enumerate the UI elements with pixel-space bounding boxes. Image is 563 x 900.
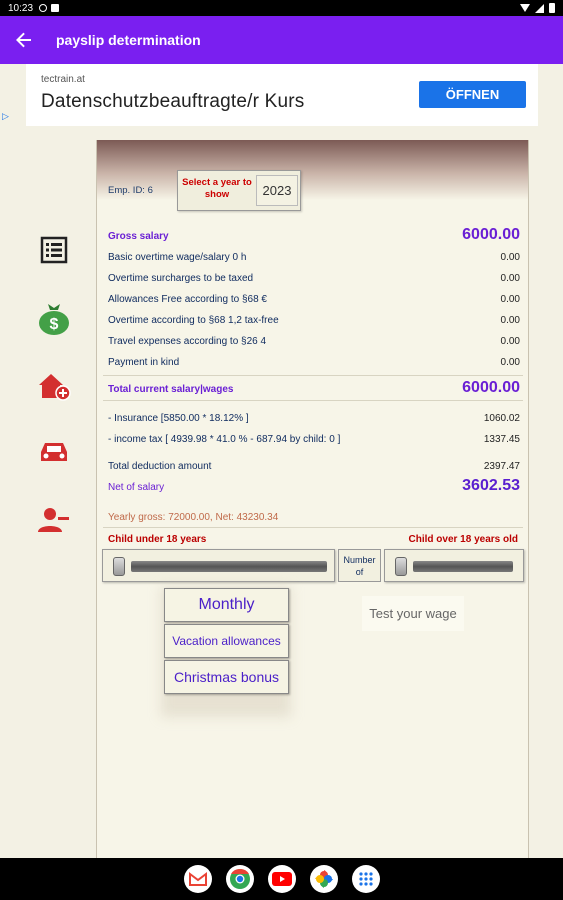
row-value: 3602.53 xyxy=(462,477,520,494)
ad-info-icon[interactable]: ▷ xyxy=(2,111,9,122)
signal-icon xyxy=(535,3,544,13)
person-remove-icon[interactable] xyxy=(36,502,72,538)
row-label: Total deduction amount xyxy=(108,461,212,472)
status-time: 10:23 xyxy=(8,2,34,14)
slider-track xyxy=(131,561,327,572)
list-icon[interactable] xyxy=(36,232,72,268)
row-label: Travel expenses according to §26 4 xyxy=(108,336,267,347)
app-drawer-icon[interactable] xyxy=(351,865,380,893)
panel-header-gradient xyxy=(97,140,528,200)
row-value: 0.00 xyxy=(500,315,520,326)
year-selector[interactable]: Select a year to show 2023 xyxy=(177,170,301,211)
row-label: Gross salary xyxy=(108,231,169,242)
row-label: Payment in kind xyxy=(108,357,180,368)
employee-id: Emp. ID: 6 xyxy=(108,185,153,196)
row-label: Allowances Free according to §68 € xyxy=(108,294,267,305)
youtube-icon[interactable] xyxy=(267,865,296,893)
arrow-back-icon xyxy=(16,32,31,48)
gmail-icon[interactable] xyxy=(183,865,212,893)
house-add-icon[interactable] xyxy=(36,368,72,404)
battery-icon xyxy=(549,3,555,13)
wifi-icon xyxy=(520,4,530,12)
chrome-icon[interactable] xyxy=(225,865,254,893)
status-bar: 10:23 xyxy=(0,0,563,16)
year-value-field[interactable]: 2023 xyxy=(256,175,298,206)
child-under-18-slider[interactable] xyxy=(102,549,335,582)
row-label: Overtime surcharges to be taxed xyxy=(108,273,254,284)
row-value: 0.00 xyxy=(500,294,520,305)
row-value: 1060.02 xyxy=(483,413,520,424)
row-value: 0.00 xyxy=(500,252,520,263)
christmas-bonus-button[interactable]: Christmas bonus xyxy=(164,660,289,694)
row-label: Overtime according to §68 1,2 tax-free xyxy=(108,315,279,326)
row-label: - Insurance [5850.00 * 18.12% ] xyxy=(108,413,249,424)
row-value: 1337.45 xyxy=(483,434,520,445)
yearly-summary: Yearly gross: 72000.00, Net: 43230.34 xyxy=(108,512,279,523)
row-value: 6000.00 xyxy=(462,379,520,396)
row-label: - income tax [ 4939.98 * 41.0 % - 687.94… xyxy=(108,434,341,445)
test-wage-button[interactable]: Test your wage xyxy=(362,596,464,631)
divider xyxy=(103,400,523,401)
car-icon[interactable] xyxy=(36,434,72,470)
row-label: Basic overtime wage/salary 0 h xyxy=(108,252,247,263)
app-bar: payslip determination xyxy=(0,16,563,64)
slider-track xyxy=(413,561,513,572)
nav-bar xyxy=(0,858,563,900)
row-value: 2397.47 xyxy=(483,461,520,472)
row-value: 0.00 xyxy=(500,336,520,347)
monthly-button[interactable]: Monthly xyxy=(164,588,289,622)
ad-source: tectrain.at xyxy=(41,74,85,85)
sim-icon xyxy=(51,4,60,12)
photos-icon[interactable] xyxy=(309,865,338,893)
ad-title[interactable]: Datenschutzbeauftragte/r Kurs xyxy=(41,91,305,113)
money-bag-icon[interactable]: $ xyxy=(36,300,72,336)
slider-thumb[interactable] xyxy=(113,557,125,576)
year-selector-label: Select a year to show xyxy=(182,177,252,200)
child-over-18-label: Child over 18 years old xyxy=(408,534,519,545)
child-over-18-slider[interactable] xyxy=(384,549,524,582)
slider-thumb[interactable] xyxy=(395,557,407,576)
divider xyxy=(103,375,523,376)
row-value: 0.00 xyxy=(500,273,520,284)
child-under-18-label: Child under 18 years xyxy=(108,534,207,545)
row-value: 0.00 xyxy=(500,357,520,368)
page-title: payslip determination xyxy=(56,32,201,48)
ad-banner[interactable]: tectrain.at Datenschutzbeauftragte/r Kur… xyxy=(2,64,538,126)
row-label: Total current salary|wages xyxy=(108,384,234,395)
row-label: Net of salary xyxy=(108,482,165,493)
row-value: 6000.00 xyxy=(462,226,520,243)
back-button[interactable] xyxy=(0,16,48,64)
notification-icon xyxy=(39,4,48,12)
number-of-label: Number of xyxy=(338,549,381,582)
ad-open-button[interactable]: ÖFFNEN xyxy=(419,81,526,108)
svg-text:$: $ xyxy=(50,316,59,333)
vacation-allowances-button[interactable]: Vacation allowances xyxy=(164,624,289,658)
payslip-panel: Emp. ID: 6 Select a year to show 2023 Gr… xyxy=(96,140,529,858)
divider xyxy=(103,527,523,528)
